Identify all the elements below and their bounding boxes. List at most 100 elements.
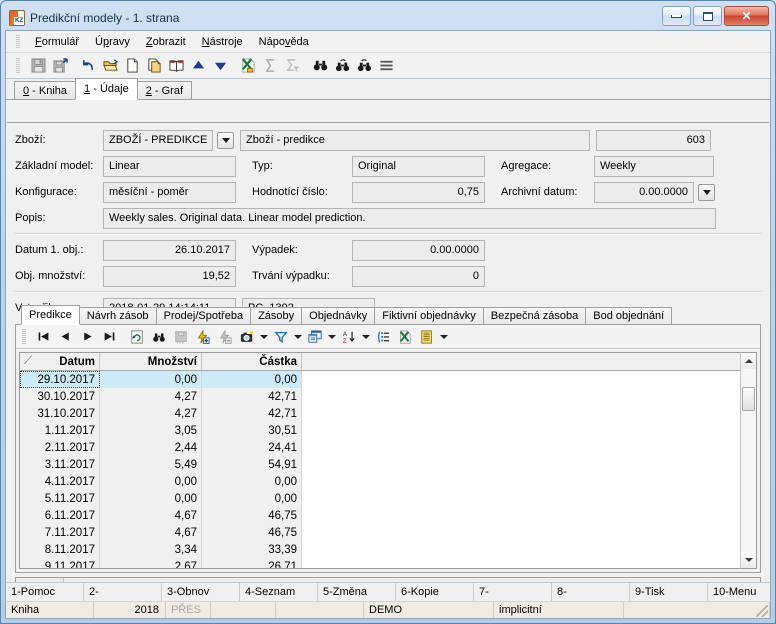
table-cell-castka[interactable]: 26,71 <box>202 558 302 569</box>
trvani-vypadku-value[interactable]: 0 <box>352 266 485 287</box>
scroll-up-button[interactable] <box>741 353 756 369</box>
menu-item-zobrazit[interactable]: Zobrazit <box>138 34 194 50</box>
function-key-8[interactable]: 8- <box>552 583 630 601</box>
filter-builder-icon[interactable] <box>304 326 326 348</box>
save-exit-icon[interactable] <box>49 55 71 77</box>
book-icon[interactable] <box>165 55 187 77</box>
table-cell-castka[interactable]: 0,00 <box>202 473 302 490</box>
zbozi-code[interactable]: 603 <box>596 130 711 151</box>
export-excel-icon[interactable] <box>237 55 259 77</box>
table-row[interactable]: 3.11.20175,4954,91 <box>20 456 756 473</box>
datum-obj-value[interactable]: 26.10.2017 <box>103 240 236 261</box>
table-cell-mnozstvi[interactable]: 0,00 <box>100 490 202 507</box>
table-cell-mnozstvi[interactable]: 2,44 <box>100 439 202 456</box>
binoculars-next-icon[interactable] <box>331 55 353 77</box>
delete-record-icon[interactable] <box>214 326 236 348</box>
chevron-down-icon[interactable] <box>217 132 234 149</box>
function-key-4[interactable]: 4-Seznam <box>240 583 318 601</box>
function-key-6[interactable]: 6-Kopie <box>396 583 474 601</box>
inner-tab-bod-objednani[interactable]: Bod objednání <box>585 307 672 325</box>
table-cell-datum[interactable]: 9.11.2017 <box>20 558 100 569</box>
sum-filter-icon[interactable] <box>281 55 303 77</box>
menu-lines-icon[interactable] <box>375 55 397 77</box>
table-row[interactable]: 8.11.20173,3433,39 <box>20 541 756 558</box>
table-cell-datum[interactable]: 29.10.2017 <box>20 371 100 388</box>
table-cell-castka[interactable]: 46,75 <box>202 524 302 541</box>
table-cell-castka[interactable]: 42,71 <box>202 388 302 405</box>
close-button[interactable]: ✕ <box>724 6 769 26</box>
group-icon[interactable] <box>372 326 394 348</box>
table-cell-mnozstvi[interactable]: 2,67 <box>100 558 202 569</box>
filter-dropdown-icon[interactable] <box>292 326 304 348</box>
function-key-3[interactable]: 3-Obnov <box>162 583 240 601</box>
last-record-icon[interactable] <box>98 326 120 348</box>
vypadek-value[interactable]: 0.00.0000 <box>352 240 485 261</box>
toolbar-grip[interactable] <box>16 58 20 74</box>
inner-tab-fiktivni-objednavky[interactable]: Fiktivní objednávky <box>374 307 484 325</box>
menu-item-formular[interactable]: Formulář <box>27 34 87 50</box>
table-cell-datum[interactable]: 3.11.2017 <box>20 456 100 473</box>
archivni-datum-combo[interactable]: 0.00.0000 <box>594 182 715 203</box>
typ-value[interactable]: Original <box>352 156 485 177</box>
table-cell-mnozstvi[interactable]: 5,49 <box>100 456 202 473</box>
table-row[interactable]: 30.10.20174,2742,71 <box>20 388 756 405</box>
minimize-button[interactable] <box>662 6 691 26</box>
table-row[interactable]: 5.11.20170,000,00 <box>20 490 756 507</box>
table-cell-datum[interactable]: 30.10.2017 <box>20 388 100 405</box>
sort-az-icon[interactable]: AZ <box>338 326 360 348</box>
table-cell-mnozstvi[interactable]: 4,27 <box>100 388 202 405</box>
agregace-value[interactable]: Weekly <box>594 156 714 177</box>
table-cell-datum[interactable]: 4.11.2017 <box>20 473 100 490</box>
table-cell-datum[interactable]: 31.10.2017 <box>20 405 100 422</box>
table-row[interactable]: 6.11.20174,6746,75 <box>20 507 756 524</box>
scroll-down-button[interactable] <box>741 552 756 568</box>
copy-icon[interactable] <box>143 55 165 77</box>
filter-icon[interactable] <box>270 326 292 348</box>
table-cell-mnozstvi[interactable]: 0,00 <box>100 473 202 490</box>
table-cell-mnozstvi[interactable]: 4,67 <box>100 524 202 541</box>
undo-icon[interactable] <box>77 55 99 77</box>
inner-tab-zasoby[interactable]: Zásoby <box>250 307 302 325</box>
binoculars-icon[interactable] <box>309 55 331 77</box>
zakladni-model-value[interactable]: Linear <box>103 156 236 177</box>
menu-item-napoveda[interactable]: Nápověda <box>251 34 317 50</box>
chevron-down-icon-2[interactable] <box>698 184 715 201</box>
table-row[interactable]: 29.10.20170,000,00 <box>20 371 756 388</box>
next-record-icon[interactable] <box>76 326 98 348</box>
resize-grip-icon[interactable] <box>756 605 768 617</box>
filter-builder-dropdown-icon[interactable] <box>326 326 338 348</box>
table-row[interactable]: 7.11.20174,6746,75 <box>20 524 756 541</box>
save-icon[interactable] <box>27 55 49 77</box>
inner-tab-bezpecna-zasoba[interactable]: Bezpečná zásoba <box>483 307 586 325</box>
inner-tab-objednavky[interactable]: Objednávky <box>301 307 375 325</box>
arrow-up-icon[interactable] <box>187 55 209 77</box>
inner-tab-predikce[interactable]: Predikce <box>21 305 80 325</box>
find-icon[interactable] <box>148 326 170 348</box>
grid-header-mnozstvi[interactable]: Množství <box>100 353 202 370</box>
function-key-9[interactable]: 9-Tisk <box>630 583 708 601</box>
table-row[interactable]: 1.11.20173,0530,51 <box>20 422 756 439</box>
table-row[interactable]: 2.11.20172,4424,41 <box>20 439 756 456</box>
table-cell-mnozstvi[interactable]: 4,67 <box>100 507 202 524</box>
title-bar[interactable]: Predikční modely - 1. strana ✕ <box>5 5 771 31</box>
first-record-icon[interactable] <box>32 326 54 348</box>
zbozi-description[interactable]: Zboží - predikce <box>240 130 590 151</box>
snapshot-dropdown-icon[interactable] <box>258 326 270 348</box>
archivni-datum-value[interactable]: 0.00.0000 <box>594 182 694 203</box>
grid-header-castka[interactable]: Částka <box>202 353 302 370</box>
export-excel-icon[interactable] <box>394 326 416 348</box>
refresh-icon[interactable] <box>126 326 148 348</box>
table-cell-castka[interactable]: 24,41 <box>202 439 302 456</box>
menu-item-upravy[interactable]: Úpravy <box>87 34 138 50</box>
popis-value[interactable]: Weekly sales. Original data. Linear mode… <box>103 208 716 229</box>
table-cell-mnozstvi[interactable]: 0,00 <box>100 371 202 388</box>
table-row[interactable]: 4.11.20170,000,00 <box>20 473 756 490</box>
add-record-icon[interactable] <box>192 326 214 348</box>
grid-toolbar-grip[interactable] <box>22 329 26 344</box>
table-cell-castka[interactable]: 0,00 <box>202 490 302 507</box>
table-cell-castka[interactable]: 33,39 <box>202 541 302 558</box>
table-cell-castka[interactable]: 46,75 <box>202 507 302 524</box>
table-cell-datum[interactable]: 6.11.2017 <box>20 507 100 524</box>
function-key-1[interactable]: 1-Pomoc <box>6 583 84 601</box>
function-key-2[interactable]: 2- <box>84 583 162 601</box>
